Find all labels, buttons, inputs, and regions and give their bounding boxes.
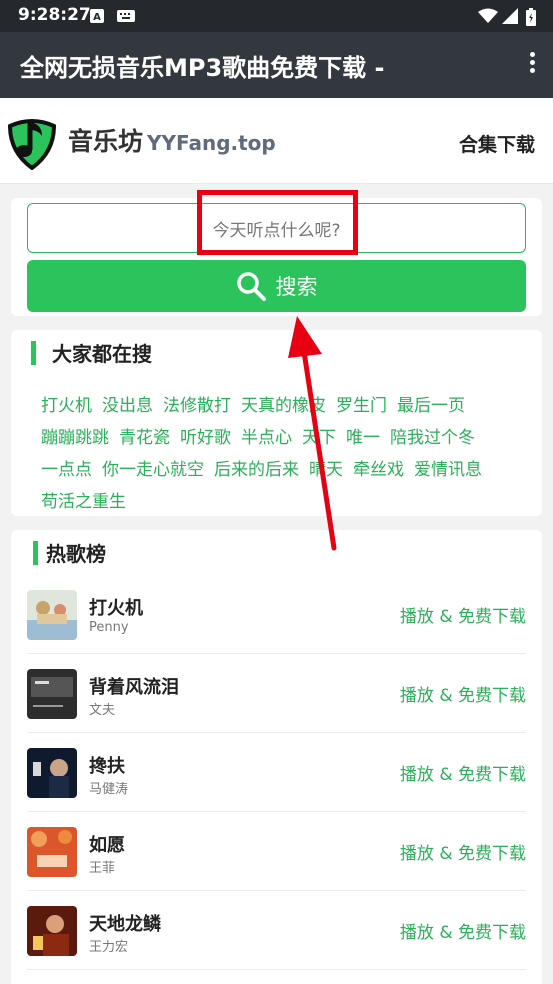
hot-chart-title: 热歌榜 [33,538,106,567]
song-row[interactable]: 背着风流泪 文夫 播放 & 免费下载 [27,655,526,733]
site-header: 音乐坊 YYFang.top 合集下载 [0,98,553,184]
music-note-logo-icon[interactable] [6,112,58,174]
svg-text:A: A [93,12,101,23]
play-download-link[interactable]: 播放 & 免费下载 [400,602,526,627]
search-button[interactable]: 搜索 [27,260,526,312]
song-artist: 王力宏 [89,940,129,955]
brand-title: 音乐坊 [68,127,144,156]
signal-icon [502,8,518,28]
keyboard-icon [117,8,135,27]
search-tag[interactable]: 晴天 [309,454,343,486]
album-cover [27,827,77,877]
annotation-highlight-box [197,190,358,255]
status-bar: 9:28:27 A [0,0,553,32]
more-menu-icon[interactable] [527,52,537,78]
notification-a-icon: A [90,8,104,27]
app-title: 全网无损音乐MP3歌曲免费下载 - [20,54,385,82]
search-icon [236,272,266,301]
section-accent-bar [31,340,36,365]
search-tag[interactable]: 一点点 [41,454,92,486]
song-row[interactable]: 搀扶 马健涛 播放 & 免费下载 [27,734,526,812]
search-tag[interactable]: 天下 [302,422,336,454]
search-tag[interactable]: 法修散打 [163,390,231,422]
song-row[interactable]: 打火机 Penny 播放 & 免费下载 [27,576,526,654]
search-tag[interactable]: 爱情讯息 [414,454,482,486]
search-tag[interactable]: 唯一 [346,422,380,454]
song-artist: 王菲 [89,861,116,876]
popular-searches-card: 大家都在搜 打火机 没出息 法修散打 天真的橡皮 罗生门 最后一页蹦蹦跳跳 青花瓷 听好歌 半点… [11,330,542,516]
search-tag[interactable]: 听好歌 [180,422,231,454]
song-title: 天地龙鳞 [89,914,161,935]
album-cover [27,748,77,798]
search-tag[interactable]: 牵丝戏 [353,454,404,486]
search-tag[interactable]: 罗生门 [336,390,387,422]
status-time: 9:28:27 [18,5,91,25]
song-title: 打火机 [89,598,143,619]
play-download-link[interactable]: 播放 & 免费下载 [400,918,526,943]
search-tag[interactable]: 陪我过个冬 [390,422,475,454]
song-title: 如愿 [89,835,125,856]
search-button-label: 搜索 [275,275,318,299]
album-cover [27,669,77,719]
search-tag[interactable]: 你一走心就空 [102,454,204,486]
hot-chart-card: 热歌榜 打火机 Penny 播放 & 免费下载 背着风流泪 文夫 播放 & 免费… [11,530,542,984]
search-tag[interactable]: 打火机 [41,390,92,422]
search-tag[interactable]: 后来的后来 [214,454,299,486]
search-tag[interactable]: 青花瓷 [119,422,170,454]
song-row[interactable]: 如愿 王菲 播放 & 免费下载 [27,813,526,891]
popular-searches-heading: 大家都在搜 [52,342,152,366]
song-artist: 文夫 [89,703,116,718]
song-artist: 马健涛 [89,782,129,797]
song-row[interactable]: 天地龙鳞 王力宏 播放 & 免费下载 [27,892,526,970]
battery-icon [526,8,536,30]
app-bar: 全网无损音乐MP3歌曲免费下载 - [0,32,553,98]
album-cover [27,906,77,956]
collection-download-link[interactable]: 合集下载 [459,130,535,157]
hot-chart-heading: 热歌榜 [46,542,106,566]
popular-searches-title: 大家都在搜 [31,338,152,367]
play-download-link[interactable]: 播放 & 免费下载 [400,839,526,864]
popular-tags: 打火机 没出息 法修散打 天真的橡皮 罗生门 最后一页蹦蹦跳跳 青花瓷 听好歌 半点心 天下 唯一陪… [41,390,521,518]
song-artist: Penny [89,620,129,635]
search-tag[interactable]: 蹦蹦跳跳 [41,422,109,454]
brand-domain: YYFang.top [147,131,276,155]
play-download-link[interactable]: 播放 & 免费下载 [400,681,526,706]
play-download-link[interactable]: 播放 & 免费下载 [400,760,526,785]
wifi-icon [478,8,498,28]
search-tag[interactable]: 最后一页 [397,390,465,422]
song-title: 背着风流泪 [89,677,179,698]
album-cover [27,590,77,640]
search-tag[interactable]: 没出息 [102,390,153,422]
search-tag[interactable]: 天真的橡皮 [241,390,326,422]
song-title: 搀扶 [89,756,125,777]
search-tag[interactable]: 苟活之重生 [41,486,126,518]
section-accent-bar [33,540,38,565]
search-tag[interactable]: 半点心 [241,422,292,454]
brand-name[interactable]: 音乐坊 YYFang.top [68,122,276,158]
